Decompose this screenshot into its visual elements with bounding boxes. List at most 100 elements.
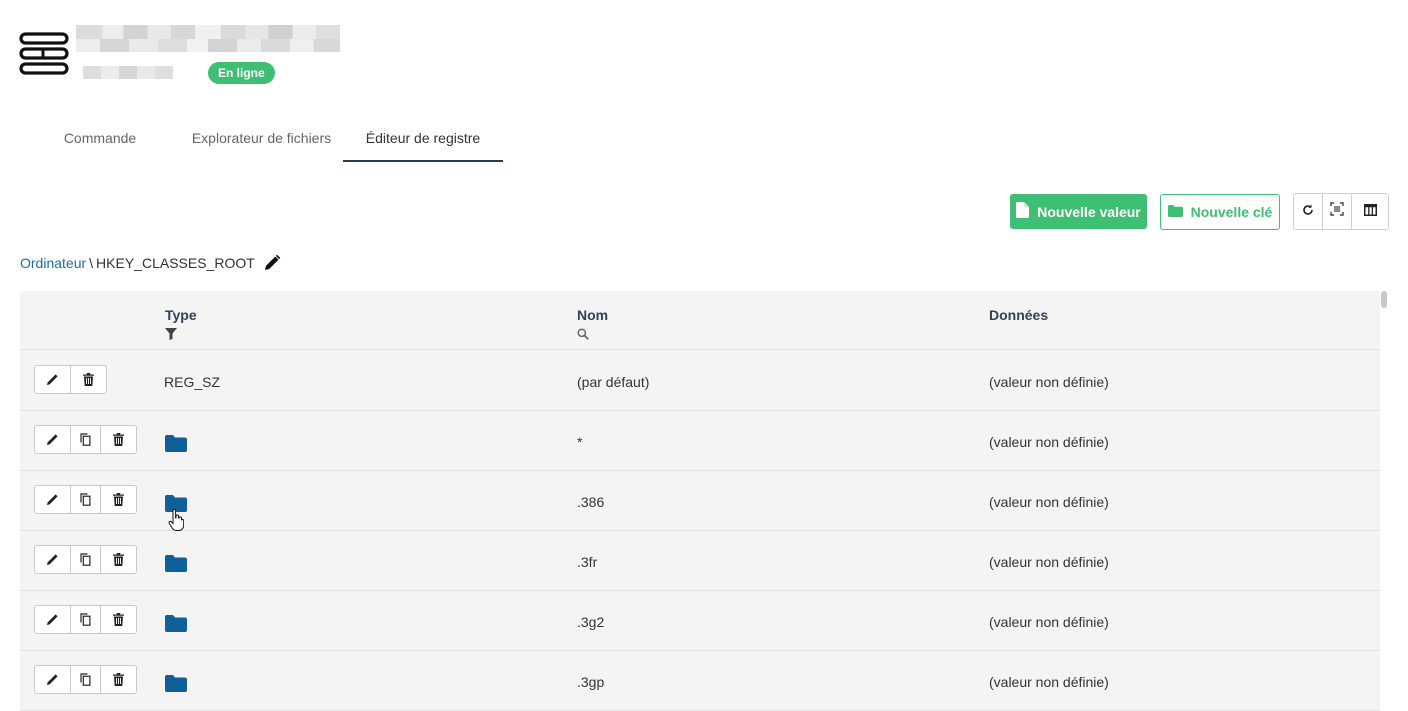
copy-button[interactable]	[71, 606, 101, 633]
edit-button[interactable]	[35, 666, 71, 693]
delete-button[interactable]	[101, 546, 136, 573]
new-value-button[interactable]: Nouvelle valeur	[1010, 194, 1147, 229]
column-donnees-label: Données	[989, 307, 1049, 323]
pencil-icon	[47, 374, 58, 385]
row-data: (valeur non définie)	[989, 674, 1109, 690]
fit-screen-button[interactable]	[1323, 194, 1352, 229]
row-data: (valeur non définie)	[989, 494, 1109, 510]
pencil-icon	[47, 614, 58, 625]
columns-button[interactable]	[1352, 194, 1388, 229]
edit-button[interactable]	[35, 366, 71, 393]
tab-explorateur-fichiers[interactable]: Explorateur de fichiers	[180, 115, 343, 161]
copy-icon	[80, 553, 91, 566]
breadcrumb-current: HKEY_CLASSES_ROOT	[96, 255, 255, 271]
edit-button[interactable]	[35, 426, 71, 453]
column-type-header[interactable]: Type	[165, 307, 197, 343]
new-key-button[interactable]: Nouvelle clé	[1160, 194, 1280, 230]
column-type-label: Type	[165, 307, 197, 323]
registry-key-folder-icon[interactable]	[165, 675, 187, 697]
pencil-icon	[47, 434, 58, 445]
copy-icon	[80, 493, 91, 506]
copy-button[interactable]	[71, 486, 101, 513]
table-row[interactable]: .3g2 (valeur non définie)	[20, 590, 1380, 651]
file-icon	[1016, 202, 1030, 221]
hand-cursor-icon	[168, 508, 185, 536]
row-actions	[34, 665, 137, 694]
tab-editeur-registre[interactable]: Éditeur de registre	[343, 115, 503, 162]
copy-icon	[80, 433, 91, 446]
pencil-icon	[47, 494, 58, 505]
row-data: (valeur non définie)	[989, 614, 1109, 630]
row-actions	[34, 365, 107, 394]
registry-key-folder-icon[interactable]	[165, 435, 187, 457]
view-button-group	[1293, 193, 1389, 230]
refresh-button[interactable]	[1294, 194, 1323, 229]
new-value-label: Nouvelle valeur	[1037, 203, 1141, 220]
delete-button[interactable]	[71, 366, 106, 393]
registry-key-folder-icon[interactable]	[165, 555, 187, 577]
device-subtitle-redacted	[83, 66, 173, 79]
scrollbar-thumb[interactable]	[1381, 291, 1387, 308]
breadcrumb-separator: \	[89, 255, 94, 271]
edit-button[interactable]	[35, 486, 71, 513]
copy-button[interactable]	[71, 666, 101, 693]
table-row[interactable]: * (valeur non définie)	[20, 410, 1380, 471]
row-name: .3fr	[577, 554, 598, 570]
device-name-redacted	[76, 25, 340, 52]
row-name: *	[577, 434, 583, 450]
new-key-label: Nouvelle clé	[1190, 204, 1273, 220]
trash-icon	[113, 553, 124, 566]
pencil-icon	[47, 674, 58, 685]
tab-commande[interactable]: Commande	[20, 115, 180, 161]
row-data: (valeur non définie)	[989, 374, 1109, 390]
row-name: (par défaut)	[577, 374, 650, 390]
pencil-icon	[264, 254, 281, 270]
search-icon[interactable]	[577, 327, 608, 343]
column-donnees-header[interactable]: Données	[989, 307, 1048, 323]
column-nom-label: Nom	[577, 307, 609, 323]
delete-button[interactable]	[101, 666, 136, 693]
table-row[interactable]: .3gp (valeur non définie)	[20, 650, 1380, 711]
table-header: Type Nom Données	[20, 291, 1380, 350]
trash-icon	[113, 613, 124, 626]
pencil-icon	[47, 554, 58, 565]
fit-icon	[1330, 202, 1344, 221]
registry-key-folder-icon[interactable]	[165, 615, 187, 637]
registry-table: Type Nom Données REG_SZ (par défaut) (va…	[20, 291, 1380, 711]
row-actions	[34, 545, 137, 574]
row-actions	[34, 485, 137, 514]
row-actions	[34, 425, 137, 454]
refresh-icon	[1302, 203, 1314, 221]
table-row[interactable]: .3fr (valeur non définie)	[20, 530, 1380, 591]
row-actions	[34, 605, 137, 634]
edit-button[interactable]	[35, 546, 71, 573]
row-data: (valeur non définie)	[989, 554, 1109, 570]
row-data: (valeur non définie)	[989, 434, 1109, 450]
delete-button[interactable]	[101, 606, 136, 633]
filter-icon[interactable]	[165, 327, 197, 343]
row-name: .386	[577, 494, 605, 510]
table-row[interactable]: REG_SZ (par défaut) (valeur non définie)	[20, 350, 1380, 411]
status-badge: En ligne	[208, 62, 275, 84]
folder-icon	[1167, 204, 1183, 220]
edit-path-button[interactable]	[263, 254, 281, 272]
delete-button[interactable]	[101, 426, 136, 453]
edit-button[interactable]	[35, 606, 71, 633]
table-row[interactable]: .386 (valeur non définie)	[20, 470, 1380, 531]
copy-button[interactable]	[71, 426, 101, 453]
row-name: .3g2	[577, 614, 605, 630]
trash-icon	[113, 493, 124, 506]
delete-button[interactable]	[101, 486, 136, 513]
columns-icon	[1363, 203, 1377, 221]
tab-bar: Commande Explorateur de fichiers Éditeur…	[20, 115, 503, 162]
copy-icon	[80, 613, 91, 626]
breadcrumb: Ordinateur \ HKEY_CLASSES_ROOT	[20, 254, 281, 272]
row-name: .3gp	[577, 674, 605, 690]
copy-button[interactable]	[71, 546, 101, 573]
column-nom-header[interactable]: Nom	[577, 307, 608, 343]
trash-icon	[113, 673, 124, 686]
row-type: REG_SZ	[164, 374, 221, 390]
breadcrumb-root-link[interactable]: Ordinateur	[20, 255, 86, 271]
copy-icon	[80, 673, 91, 686]
trash-icon	[113, 433, 124, 446]
